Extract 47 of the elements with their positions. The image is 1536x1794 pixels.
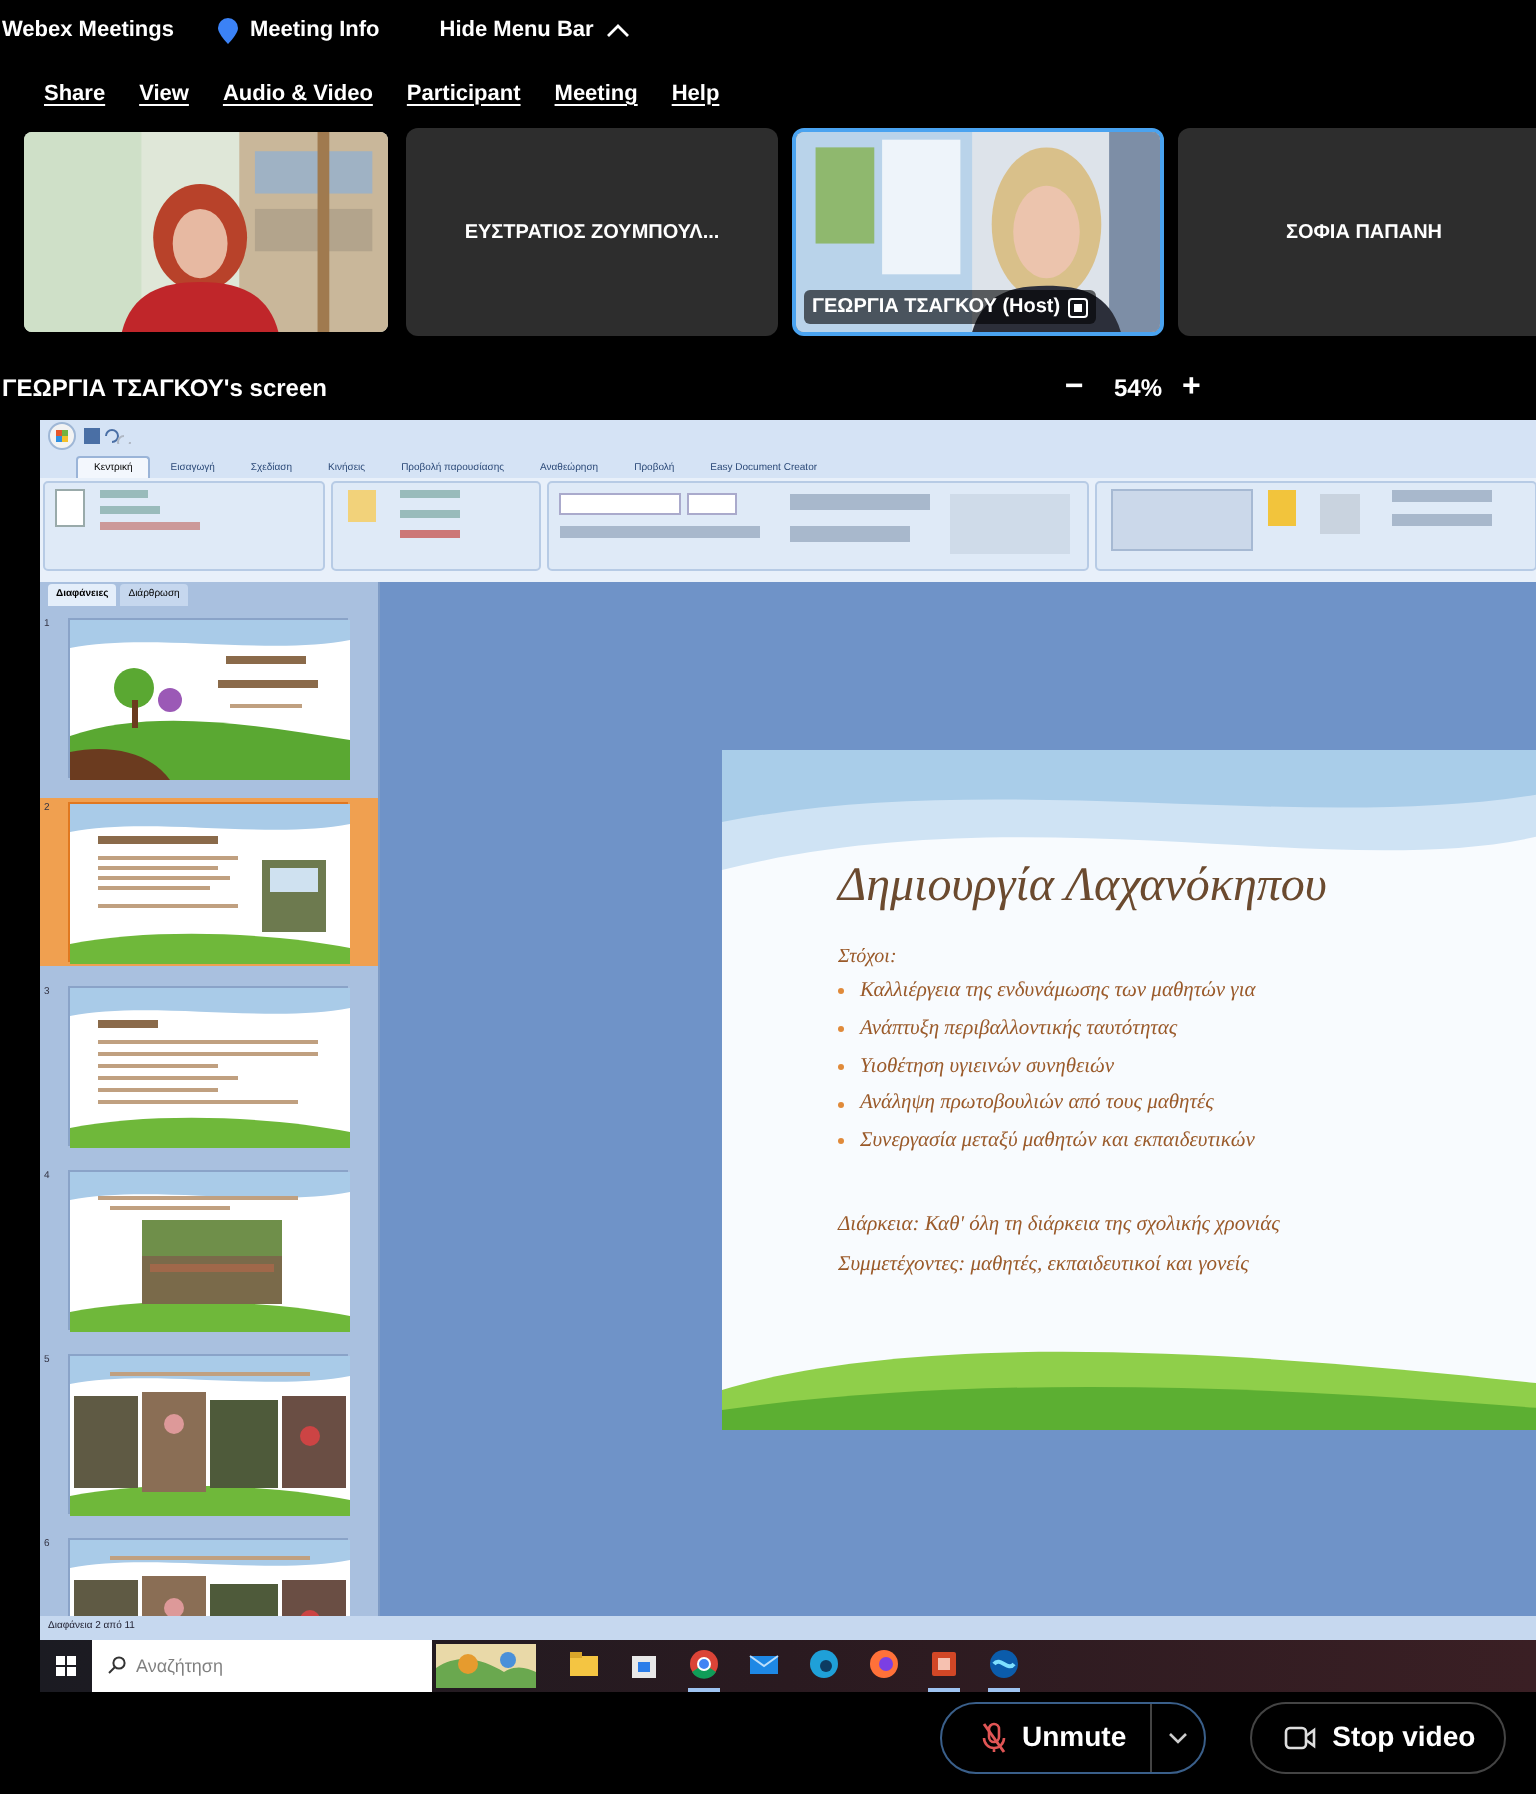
slide-text: Συμμετέχοντες: μαθητές, εκπαιδευτικοί και γονείς xyxy=(838,1251,1251,1279)
slide-heading: Στόχοι: xyxy=(838,944,899,972)
zoom-level: 54% xyxy=(1114,372,1163,406)
bullet-text: Ανάληψη πρωτοβουλιών από τους μαθητές xyxy=(860,1090,1214,1119)
zoom-in-button[interactable]: + xyxy=(1182,364,1201,412)
camera-icon xyxy=(1284,1725,1317,1749)
bullet-text: Συνεργασία μεταξύ μαθητών και εκπαιδευτικών xyxy=(860,1128,1255,1156)
slide-thumbnail[interactable] xyxy=(68,1354,348,1514)
bullet-text: Καλλιέργεια της ενδυνάμωσης των μαθητών για xyxy=(860,978,1256,1006)
bullet-icon xyxy=(838,1101,844,1108)
menu-item[interactable]: Help xyxy=(671,77,720,111)
bullet-icon xyxy=(838,1063,844,1070)
search-icon xyxy=(108,1656,126,1674)
slide-thumbnail[interactable] xyxy=(68,802,348,962)
bullet-text: Ανάπτυξη περιβαλλοντικής ταυτότητας xyxy=(860,1015,1178,1044)
muted-microphone-icon xyxy=(982,1721,1006,1753)
participant-name: ΣΟΦΙΑ ΠΑΠΑΝΗ xyxy=(1285,219,1443,247)
stop-video-button[interactable]: Stop video xyxy=(1250,1701,1506,1773)
screen-share-icon xyxy=(1068,297,1089,317)
chevron-down-icon xyxy=(1168,1731,1189,1743)
participant-name: ΓΕΩΡΓΙΑ ΤΣΑΓΚΟΥ (Host) xyxy=(812,294,1061,322)
menu-item[interactable]: Audio & Video xyxy=(222,77,373,111)
participant-name: ΕΥΣΤΡΑΤΙΟΣ ΖΟΥΜΠΟΥΛ... xyxy=(464,219,720,247)
meeting-info-menu[interactable]: Meeting Info xyxy=(250,13,380,47)
zoom-out-button[interactable]: − xyxy=(1054,364,1094,412)
app-menu[interactable]: Webex Meetings xyxy=(2,13,174,47)
participant-tile[interactable]: ΣΟΦΙΑ ΠΑΠΑΝΗ xyxy=(1178,128,1536,336)
hide-menu-bar-button[interactable]: Hide Menu Bar xyxy=(439,13,630,47)
bullet-icon xyxy=(838,988,844,995)
shared-screen-label: ΓΕΩΡΓΙΑ ΤΣΑΓΚΟΥ's screen xyxy=(2,372,329,406)
slide-text: Διάρκεια: Καθ' όλη τη διάρκεια της σχολικής χρονιάς xyxy=(838,1211,1282,1240)
participant-tile[interactable]: ΓΕΩΡΓΙΑ ΤΣΑΓΚΟΥ (Host) xyxy=(792,128,1164,336)
slide-title: Δημιουργία Λαχανόκηπου xyxy=(838,858,1329,916)
slide-thumbnail[interactable] xyxy=(68,1170,348,1330)
slide-thumbnail[interactable] xyxy=(68,618,348,778)
menu-item[interactable]: View xyxy=(139,77,189,111)
menu-item[interactable]: Share xyxy=(44,77,106,111)
bullet-icon xyxy=(838,1138,844,1145)
menu-item[interactable]: Participant xyxy=(406,77,521,111)
chevron-up-icon xyxy=(605,22,630,38)
office-button-icon[interactable] xyxy=(48,422,76,450)
slide-thumbnail[interactable] xyxy=(68,986,348,1146)
bullet-icon xyxy=(838,1026,844,1033)
search-field[interactable]: Αναζήτηση xyxy=(92,1640,432,1692)
menu-item[interactable]: Meeting xyxy=(554,77,638,111)
bullet-text: Υιοθέτηση υγιεινών συνηθειών xyxy=(860,1053,1115,1081)
participant-tile[interactable]: ΕΥΣΤΡΑΤΙΟΣ ΖΟΥΜΠΟΥΛ... xyxy=(406,128,778,336)
